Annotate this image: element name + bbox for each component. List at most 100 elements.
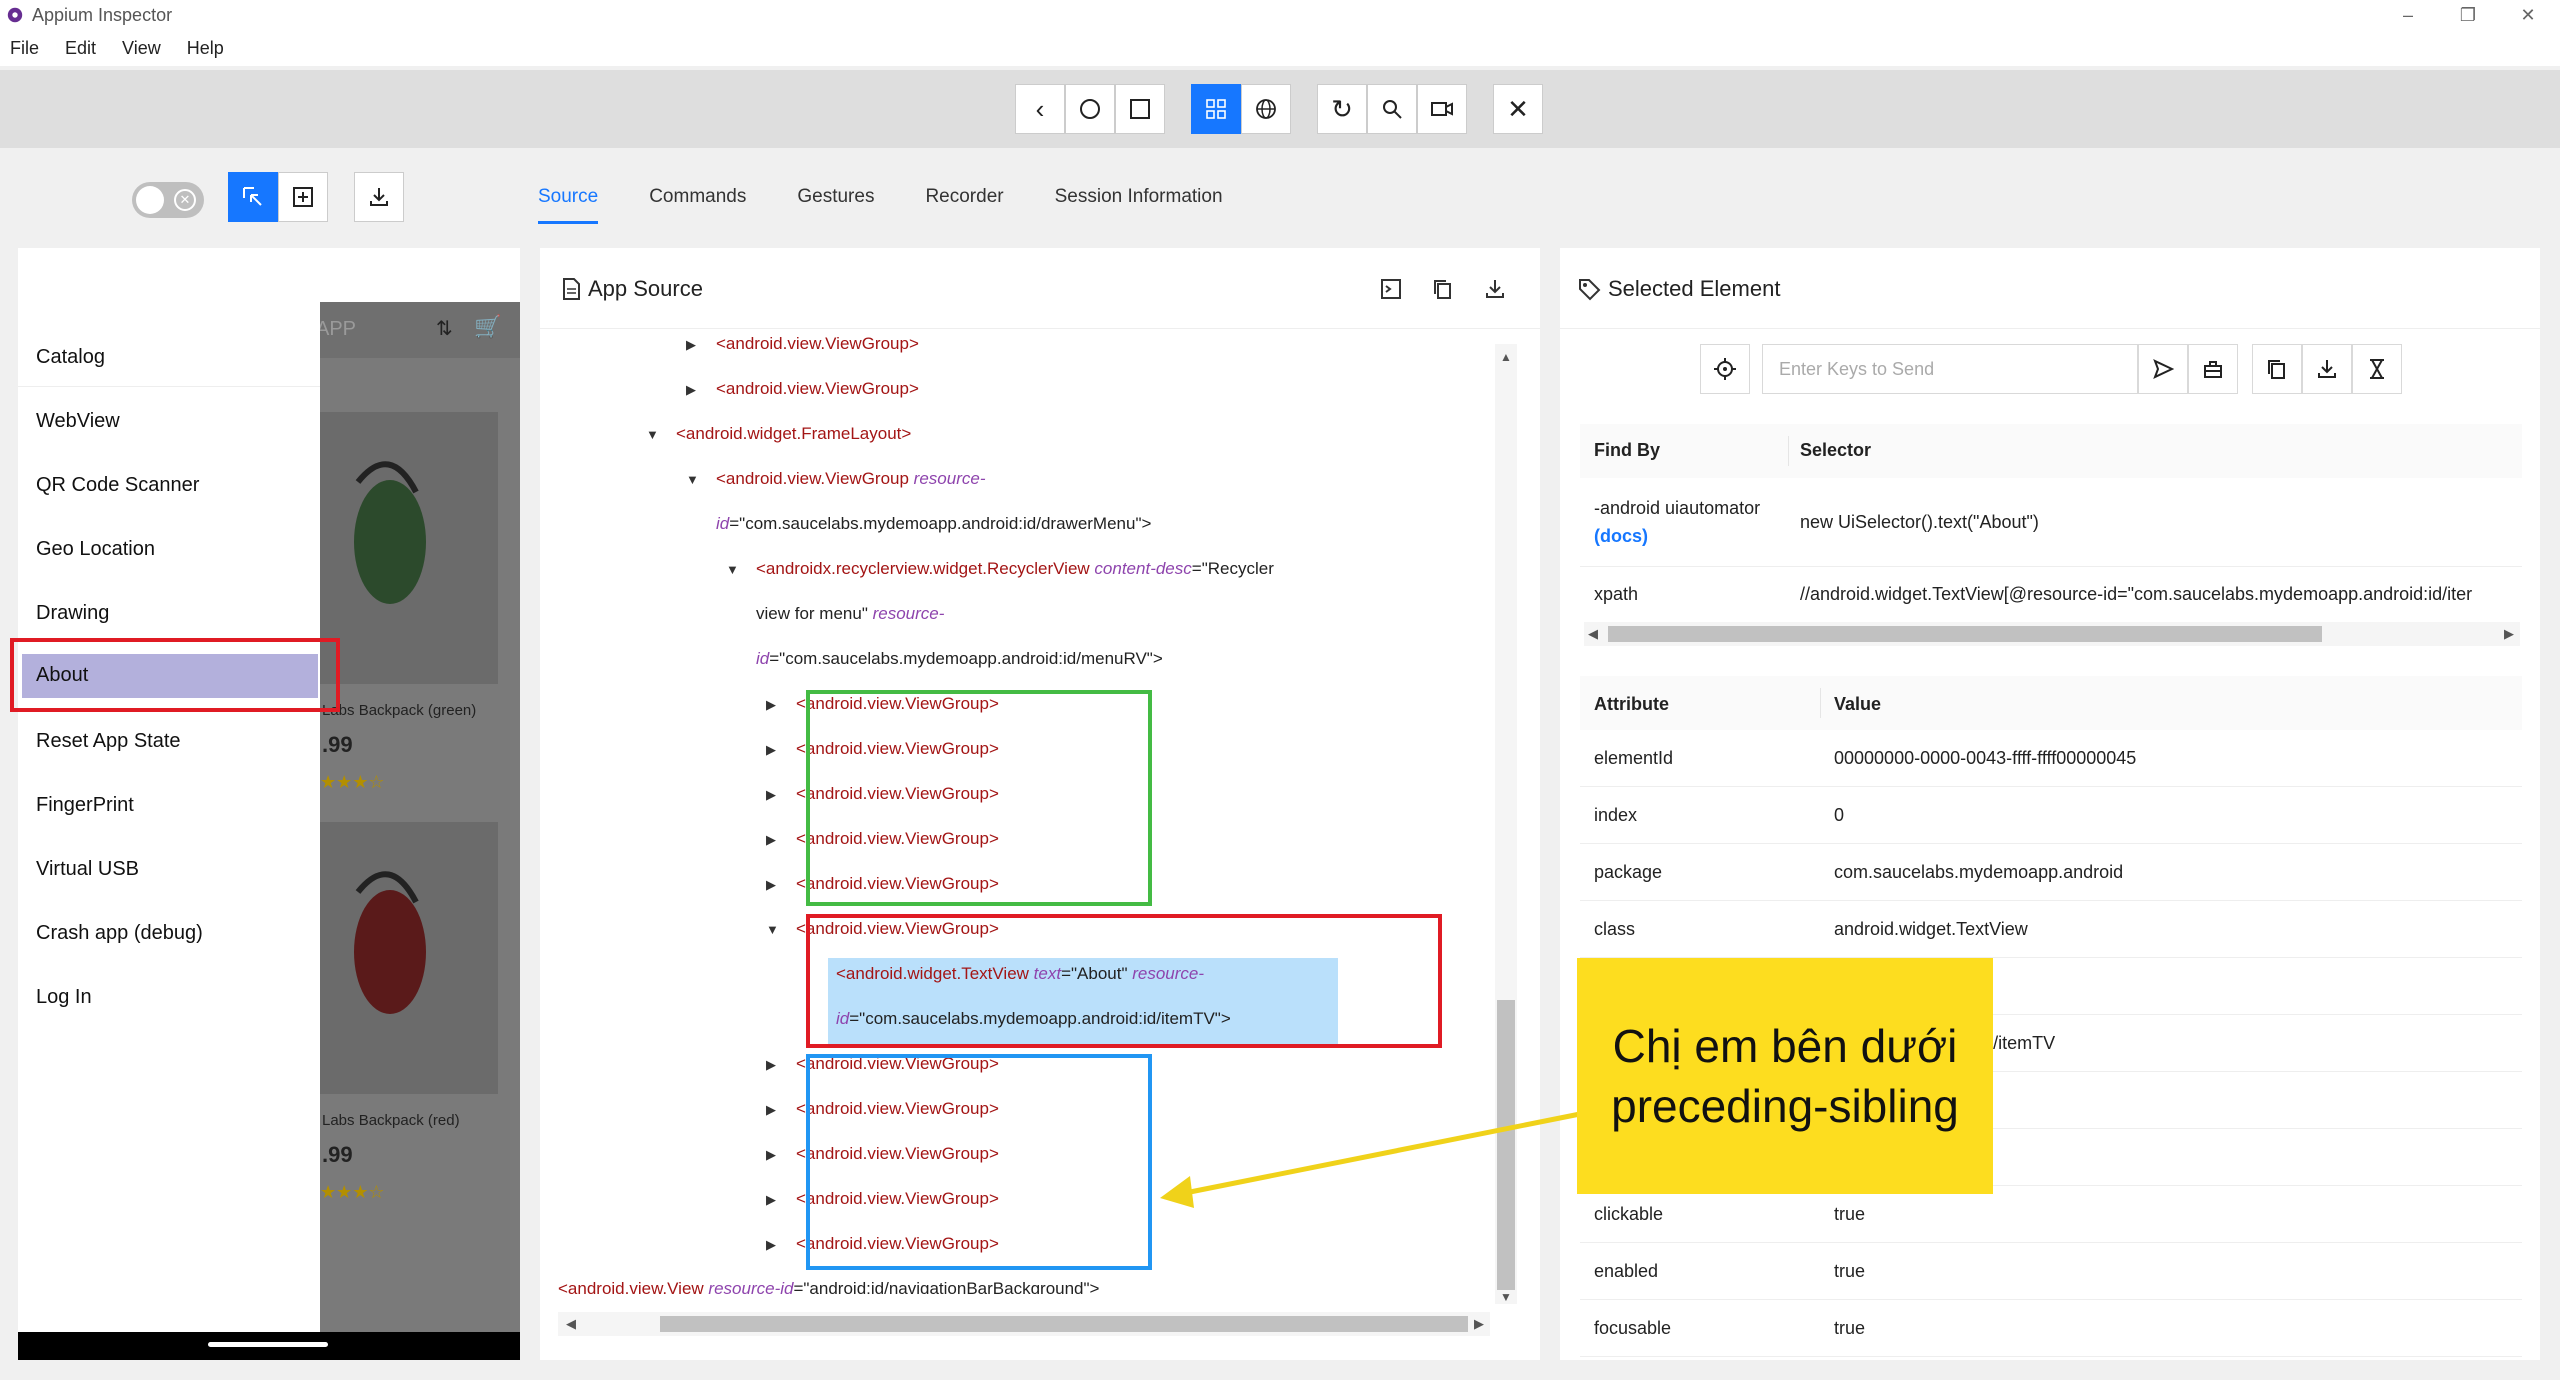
menu-view[interactable]: View	[122, 38, 161, 59]
caret-down-icon[interactable]: ▼	[686, 472, 699, 487]
caret-right-icon[interactable]: ▶	[766, 877, 776, 893]
selector-uiautomator[interactable]: new UiSelector().text("About")	[1800, 512, 2039, 533]
caret-down-icon[interactable]: ▼	[726, 562, 739, 577]
download-xml-button[interactable]	[1482, 276, 1508, 302]
inspector-tabs: Source Commands Gestures Recorder Sessio…	[538, 172, 1274, 224]
select-elements-button[interactable]	[228, 172, 278, 222]
scroll-right-arrow[interactable]: ▶	[2504, 626, 2514, 642]
selector-xpath[interactable]: //android.widget.TextView[@resource-id="…	[1800, 584, 2522, 605]
drawer-item-qr-code-scanner[interactable]: QR Code Scanner	[36, 474, 199, 497]
toggle-knob	[136, 186, 164, 214]
toggle-xml-attrs-button[interactable]	[1378, 276, 1404, 302]
quit-session-button[interactable]: ✕	[1493, 84, 1543, 134]
refresh-button[interactable]: ↻	[1317, 84, 1367, 134]
download-screenshot-button[interactable]	[354, 172, 404, 222]
caret-right-icon[interactable]: ▶	[766, 1102, 776, 1118]
caret-right-icon[interactable]: ▶	[766, 1147, 776, 1163]
drawer-item-drawing[interactable]: Drawing	[36, 602, 109, 625]
timing-button[interactable]	[2352, 344, 2402, 394]
web-mode-button[interactable]	[1241, 84, 1291, 134]
drawer-item-catalog[interactable]: Catalog	[36, 346, 105, 369]
globe-icon	[1256, 99, 1276, 119]
tab-source[interactable]: Source	[538, 172, 599, 224]
menu-help[interactable]: Help	[187, 38, 224, 59]
menu-edit[interactable]: Edit	[65, 38, 96, 59]
source-node[interactable]: <android.view.ViewGroup resource-	[716, 469, 985, 489]
search-element-button[interactable]	[1367, 84, 1417, 134]
scroll-left-arrow[interactable]: ◀	[1588, 626, 1598, 642]
caret-right-icon[interactable]: ▶	[686, 382, 696, 398]
download-element-screenshot-button[interactable]	[2302, 344, 2352, 394]
source-node[interactable]: id="com.saucelabs.mydemoapp.android:id/d…	[716, 514, 1151, 534]
caret-right-icon[interactable]: ▶	[686, 337, 696, 353]
scroll-right-arrow[interactable]: ▶	[1474, 1316, 1484, 1332]
menu-bar: File Edit View Help	[0, 30, 2560, 66]
divider	[540, 328, 1540, 329]
tab-commands[interactable]: Commands	[649, 172, 746, 224]
drawer-item-log-in[interactable]: Log In	[36, 986, 92, 1009]
caret-right-icon[interactable]: ▶	[766, 832, 776, 848]
source-node[interactable]: view for menu" resource-	[756, 604, 944, 624]
tap-coordinates-button[interactable]	[278, 172, 328, 222]
find-by-xpath: xpath	[1594, 584, 1639, 604]
find-by-header-row	[1580, 424, 2522, 478]
clear-button[interactable]	[2188, 344, 2238, 394]
menu-file[interactable]: File	[10, 38, 39, 59]
selector-header: Selector	[1800, 440, 1872, 460]
tab-recorder[interactable]: Recorder	[925, 172, 1003, 224]
chevron-left-icon: ‹	[1035, 93, 1045, 124]
drawer-item-fingerprint[interactable]: FingerPrint	[36, 794, 134, 817]
app-source-title: App Source	[588, 276, 703, 301]
tab-session-information[interactable]: Session Information	[1055, 172, 1223, 224]
attribute-name: clickable	[1594, 1204, 1664, 1224]
docs-link[interactable]: (docs)	[1594, 526, 1648, 547]
caret-right-icon[interactable]: ▶	[766, 787, 776, 803]
source-node[interactable]: <android.widget.FrameLayout>	[676, 424, 911, 444]
caret-right-icon[interactable]: ▶	[766, 1237, 776, 1253]
tap-element-button[interactable]	[1700, 344, 1750, 394]
source-node[interactable]: <android.view.ViewGroup>	[716, 334, 919, 354]
drawer-item-virtual-usb[interactable]: Virtual USB	[36, 858, 139, 881]
send-keys-button[interactable]	[2138, 344, 2188, 394]
restore-button[interactable]: ❐	[2438, 0, 2498, 30]
back-button[interactable]: ‹	[1015, 84, 1065, 134]
drawer-item-webview[interactable]: WebView	[36, 410, 120, 433]
source-node[interactable]: <android.view.ViewGroup>	[716, 379, 919, 399]
drawer-item-crash-app[interactable]: Crash app (debug)	[36, 922, 203, 945]
caret-right-icon[interactable]: ▶	[766, 697, 776, 713]
caret-right-icon[interactable]: ▶	[766, 1057, 776, 1073]
scroll-up-arrow[interactable]: ▲	[1500, 350, 1512, 364]
source-node[interactable]: id="com.saucelabs.mydemoapp.android:id/m…	[756, 649, 1163, 669]
horizontal-scroll-thumb[interactable]	[660, 1316, 1468, 1332]
divider	[1580, 1299, 2522, 1300]
device-screenshot[interactable]: APP ⇅ 🛒 Labs Backpack (green) .99 ★★★☆ L…	[18, 248, 520, 1360]
product-price: .99	[322, 732, 353, 757]
copy-attributes-button[interactable]	[2252, 344, 2302, 394]
tab-gestures[interactable]: Gestures	[797, 172, 874, 224]
caret-down-icon[interactable]: ▼	[646, 427, 659, 442]
send-keys-input[interactable]: Enter Keys to Send	[1762, 344, 2138, 394]
annotation-callout: Chị em bên dưới preceding-sibling	[1577, 958, 1993, 1194]
show-attributes-toggle[interactable]: ✕	[132, 182, 204, 218]
caret-right-icon[interactable]: ▶	[766, 1192, 776, 1208]
find-by-scroll-thumb[interactable]	[1608, 626, 2322, 642]
home-button[interactable]	[1065, 84, 1115, 134]
node-text: view for menu"	[756, 604, 868, 623]
drawer-item-geo-location[interactable]: Geo Location	[36, 538, 155, 561]
sort-icon: ⇅	[436, 318, 453, 340]
record-button[interactable]	[1417, 84, 1467, 134]
copy-xml-button[interactable]	[1430, 276, 1456, 302]
scroll-down-arrow[interactable]: ▼	[1500, 1290, 1512, 1304]
caret-right-icon[interactable]: ▶	[766, 742, 776, 758]
attribute-value: true	[1834, 1318, 1866, 1338]
drawer-item-reset-app-state[interactable]: Reset App State	[36, 730, 181, 753]
source-node[interactable]: <android.view.View resource-id="android:…	[558, 1279, 1099, 1294]
native-mode-button[interactable]	[1191, 84, 1241, 134]
product-name: Labs Backpack (red)	[322, 1112, 460, 1129]
minimize-button[interactable]: –	[2378, 0, 2438, 30]
app-switch-button[interactable]	[1115, 84, 1165, 134]
scroll-left-arrow[interactable]: ◀	[566, 1316, 576, 1332]
caret-down-icon[interactable]: ▼	[766, 922, 779, 937]
close-window-button[interactable]: ✕	[2498, 0, 2558, 30]
source-node[interactable]: <androidx.recyclerview.widget.RecyclerVi…	[756, 559, 1274, 579]
